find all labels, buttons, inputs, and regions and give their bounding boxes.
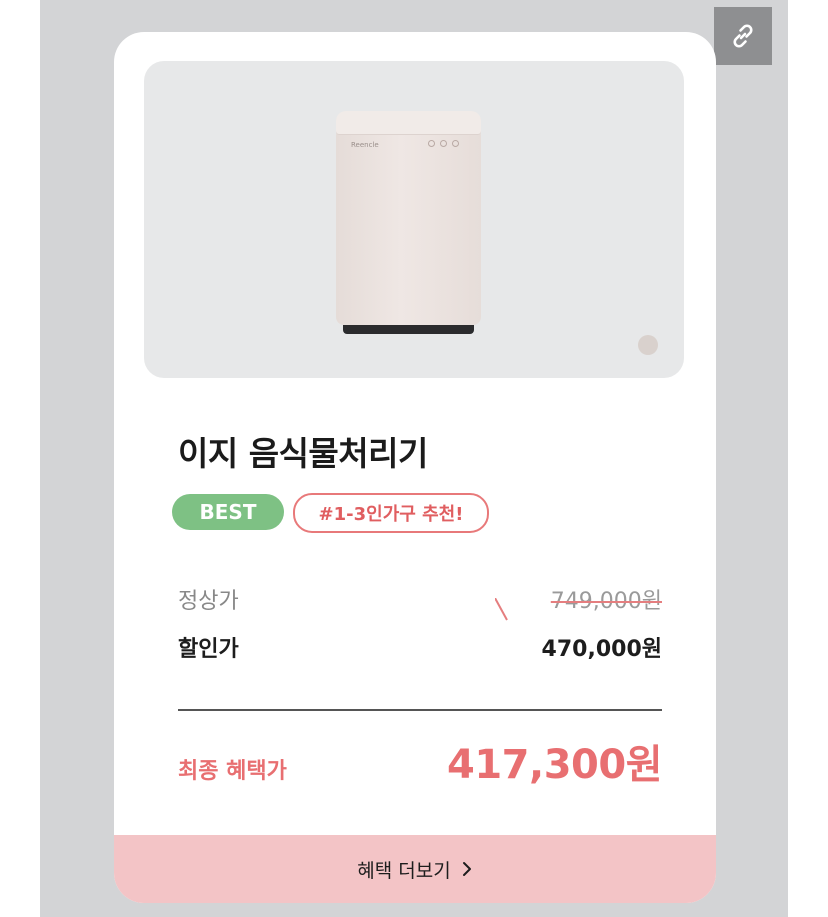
chevron-right-icon	[462, 862, 471, 876]
best-badge: BEST	[172, 494, 284, 530]
regular-price-label: 정상가	[178, 589, 239, 614]
product-brand-mark: Reencle	[351, 141, 379, 149]
strikethrough-mark	[495, 598, 508, 621]
sale-price-label: 할인가	[178, 637, 239, 662]
food-waste-disposer-image: Reencle	[336, 111, 481, 335]
final-price-value: 417,300원	[447, 742, 663, 788]
regular-price-value: 749,000원	[550, 589, 662, 614]
carousel-indicator[interactable]	[638, 335, 658, 355]
product-image[interactable]: Reencle	[144, 61, 684, 378]
product-card[interactable]: Reencle 이지 음식물처리기 BEST #1-3인가구 추천! 정상가 7…	[114, 32, 716, 903]
view-benefits-button[interactable]: 혜택 더보기	[114, 835, 716, 903]
sale-price-value: 470,000원	[541, 637, 662, 662]
price-divider	[178, 709, 662, 711]
recommend-badge: #1-3인가구 추천!	[293, 493, 489, 533]
product-title: 이지 음식물처리기	[178, 434, 428, 473]
link-icon	[733, 24, 753, 48]
final-price-label: 최종 혜택가	[178, 759, 287, 784]
view-benefits-label: 혜택 더보기	[357, 859, 451, 882]
copy-link-button[interactable]	[714, 7, 772, 65]
